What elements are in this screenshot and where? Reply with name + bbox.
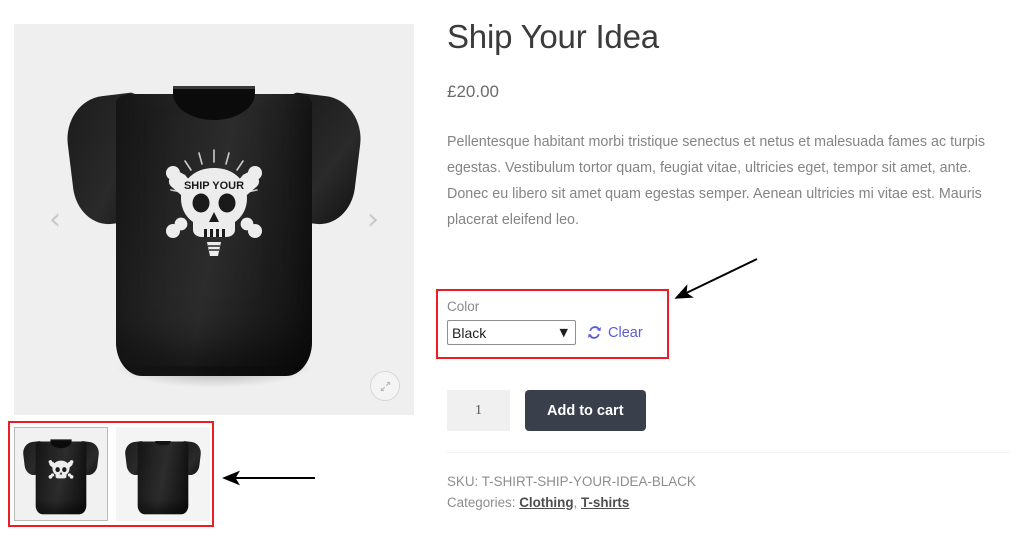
product-meta: SKU: T-SHIRT-SHIP-YOUR-IDEA-BLACK Catego…	[447, 471, 696, 513]
category-link-tshirts[interactable]: T-shirts	[581, 495, 629, 510]
meta-divider	[447, 452, 1009, 453]
product-description: Pellentesque habitant morbi tristique se…	[447, 133, 986, 228]
expand-zoom-icon[interactable]	[370, 371, 400, 401]
sku-row: SKU: T-SHIRT-SHIP-YOUR-IDEA-BLACK	[447, 471, 696, 492]
annotation-arrow-to-thumbnails	[222, 470, 315, 486]
product-gallery: SHIP YOUR IDEA ‹ ›	[14, 24, 414, 415]
categories-row: Categories: Clothing, T-shirts	[447, 492, 696, 513]
product-price: £20.00	[447, 81, 499, 101]
product-summary: Ship Your Idea £20.00 Pellentesque habit…	[436, 18, 1009, 510]
thumbnail-front[interactable]	[14, 427, 108, 521]
tshirt-shadow	[114, 365, 314, 388]
sku-value: T-SHIRT-SHIP-YOUR-IDEA-BLACK	[481, 474, 696, 489]
add-to-cart-form: Add to cart	[447, 390, 646, 431]
categories-label: Categories:	[447, 495, 516, 510]
quantity-input[interactable]	[447, 390, 510, 431]
refresh-icon	[588, 326, 601, 339]
variation-form: Color BlackBlueGreenRed ▼ Clear	[447, 299, 687, 345]
clear-variation-link[interactable]: Clear	[587, 325, 643, 341]
category-link-clothing[interactable]: Clothing	[519, 495, 573, 510]
page-title: Ship Your Idea	[447, 18, 659, 55]
skull-crossbones-icon: SHIP YOUR IDEA	[155, 146, 273, 262]
thumb-back-body	[137, 441, 189, 515]
sku-label: SKU:	[447, 474, 479, 489]
thumbnail-strip	[14, 427, 210, 521]
thumbnail-back[interactable]	[116, 427, 210, 521]
clear-label: Clear	[608, 324, 643, 341]
main-product-image[interactable]: SHIP YOUR IDEA	[14, 24, 414, 415]
gallery-prev-arrow-icon[interactable]: ‹	[42, 202, 68, 237]
color-select[interactable]: BlackBlueGreenRed	[447, 320, 576, 345]
gallery-next-arrow-icon[interactable]: ›	[360, 202, 386, 237]
thumb-skull-crossbones-icon	[46, 455, 76, 485]
categories-separator: ,	[573, 495, 581, 510]
add-to-cart-button[interactable]: Add to cart	[525, 390, 646, 431]
color-label: Color	[447, 299, 480, 314]
color-select-wrapper: BlackBlueGreenRed ▼	[447, 320, 576, 345]
tshirt-front-illustration: SHIP YOUR IDEA	[62, 50, 366, 390]
annotation-arrow-to-variation	[674, 258, 758, 299]
thumb-back-collar	[155, 440, 171, 446]
